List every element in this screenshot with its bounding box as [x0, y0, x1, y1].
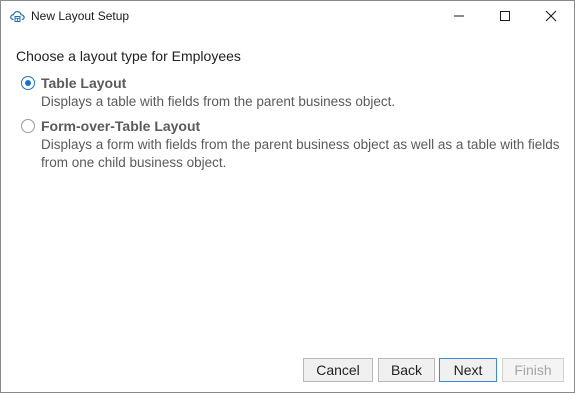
dialog-content: Choose a layout type for Employees Table…: [1, 32, 574, 392]
minimize-icon: [454, 15, 464, 17]
form-over-table-layout-radio[interactable]: [21, 119, 35, 133]
table-layout-radio[interactable]: [21, 76, 35, 90]
close-icon: [545, 10, 557, 22]
dialog-window: New Layout Setup Choose a layout type fo…: [0, 0, 575, 393]
form-over-table-layout-description: Displays a form with fields from the par…: [41, 137, 560, 170]
layout-type-prompt: Choose a layout type for Employees: [16, 48, 241, 64]
cloud-layout-icon: [9, 8, 26, 25]
table-layout-label[interactable]: Table Layout: [41, 75, 126, 91]
title-bar[interactable]: New Layout Setup: [1, 1, 574, 32]
next-button[interactable]: Next: [439, 358, 497, 382]
window-title: New Layout Setup: [31, 9, 130, 23]
maximize-button[interactable]: [482, 1, 528, 32]
back-button[interactable]: Back: [378, 358, 435, 382]
close-button[interactable]: [528, 1, 574, 32]
form-over-table-layout-label[interactable]: Form-over-Table Layout: [41, 118, 200, 134]
table-layout-description: Displays a table with fields from the pa…: [41, 94, 396, 109]
minimize-button[interactable]: [436, 1, 482, 32]
cancel-button[interactable]: Cancel: [303, 358, 373, 382]
finish-button: Finish: [502, 358, 564, 382]
maximize-icon: [500, 11, 510, 21]
